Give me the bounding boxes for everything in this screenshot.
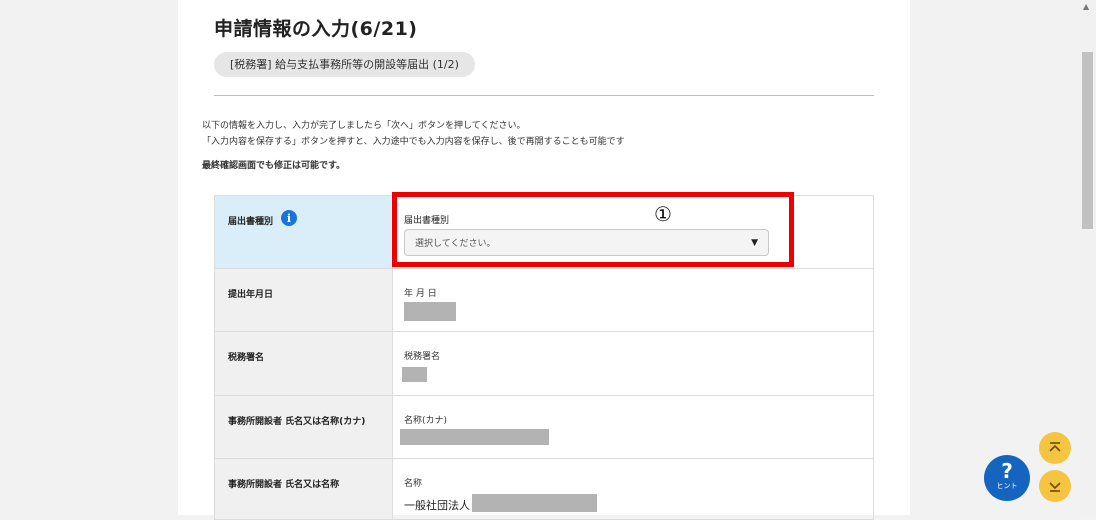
intro-text-2: 「入力内容を保存する」ボタンを押すと、入力途中でも入力内容を保存し、後で再開する… bbox=[202, 137, 625, 147]
row-value: 年 月 日 bbox=[393, 269, 873, 331]
info-icon[interactable]: i bbox=[281, 210, 298, 226]
row-value: 税務署名 bbox=[393, 332, 873, 395]
divider bbox=[214, 95, 874, 96]
highlight-frame bbox=[392, 192, 794, 267]
form-row-founder-name-kana: 事務所開設者 氏名又は名称(カナ) 名称(カナ) bbox=[214, 396, 874, 459]
row-label: 届出書種別 i bbox=[215, 196, 393, 268]
row-label-text: 届出書種別 bbox=[228, 217, 274, 227]
form-row-tax-office: 税務署名 税務署名 bbox=[214, 332, 874, 396]
double-chevron-up-icon bbox=[1049, 442, 1061, 452]
field-label: 名称 bbox=[404, 479, 423, 489]
name-prefix: 一般社団法人 bbox=[404, 499, 470, 512]
scroll-to-bottom-button[interactable] bbox=[1039, 470, 1071, 502]
redacted-value bbox=[404, 302, 456, 321]
scroll-thumb[interactable] bbox=[1082, 52, 1093, 229]
row-value: 名称 一般社団法人 bbox=[393, 459, 873, 519]
step-badge: [税務署] 給与支払事務所等の開設等届出 (1/2) bbox=[214, 52, 475, 77]
intro-note: 最終確認画面でも修正は可能です。 bbox=[202, 161, 346, 171]
row-label: 提出年月日 bbox=[215, 269, 393, 331]
row-label: 事務所開設者 氏名又は名称 bbox=[215, 459, 393, 519]
intro-text-1: 以下の情報を入力し、入力が完了しましたら「次へ」ボタンを押してください。 bbox=[202, 121, 526, 131]
redacted-value bbox=[402, 367, 427, 382]
scrollbar[interactable]: ▲ bbox=[1079, 0, 1096, 515]
form-row-founder-name: 事務所開設者 氏名又は名称 名称 一般社団法人 bbox=[214, 459, 874, 520]
page-title: 申請情報の入力(6/21) bbox=[214, 18, 418, 40]
hint-button[interactable]: ? ヒント bbox=[984, 455, 1030, 501]
row-label: 事務所開設者 氏名又は名称(カナ) bbox=[215, 396, 393, 458]
scroll-to-top-button[interactable] bbox=[1039, 432, 1071, 464]
field-label: 年 月 日 bbox=[404, 289, 437, 299]
chevron-down-icon bbox=[1049, 482, 1061, 492]
row-value: 名称(カナ) bbox=[393, 396, 873, 458]
annotation-marker: ① bbox=[654, 202, 672, 226]
hint-label: ヒント bbox=[996, 482, 1018, 490]
field-label: 名称(カナ) bbox=[404, 416, 448, 426]
redacted-value bbox=[472, 494, 597, 512]
redacted-value bbox=[400, 429, 549, 445]
field-label: 税務署名 bbox=[404, 352, 441, 362]
question-icon: ? bbox=[1001, 459, 1013, 483]
scroll-up-arrow-icon[interactable]: ▲ bbox=[1083, 2, 1089, 11]
row-label: 税務署名 bbox=[215, 332, 393, 395]
form-row-submission-date: 提出年月日 年 月 日 bbox=[214, 269, 874, 332]
